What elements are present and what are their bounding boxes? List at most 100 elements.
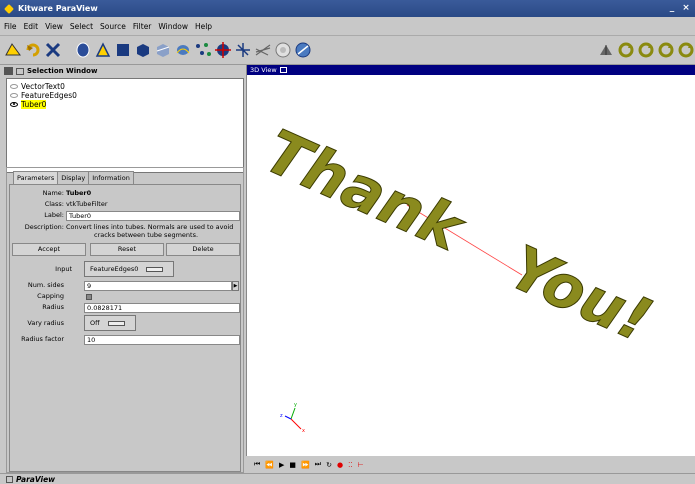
rotate-y-icon[interactable] [637,41,655,59]
rotate-all-icon[interactable] [677,41,695,59]
input-label: Input [55,265,72,273]
clip-icon[interactable] [154,41,172,59]
input-dropdown[interactable]: FeatureEdges0 [84,261,174,277]
dock-icon[interactable] [16,67,24,75]
play-icon[interactable]: ▶ [279,461,284,469]
num-sides-field[interactable]: 9 [84,281,232,291]
capping-label: Capping [37,292,64,300]
dropdown-indicator-icon [107,320,125,326]
class-value: vtkTubeFilter [66,200,108,208]
title-bar: Kitware ParaView _ × [0,0,695,17]
sphere2-icon[interactable] [274,41,292,59]
render-canvas[interactable]: Thank You! x y z [247,75,695,456]
menu-filter[interactable]: Filter [133,22,152,31]
rotate-z-icon[interactable] [657,41,675,59]
refresh-icon[interactable] [24,41,42,59]
tab-information[interactable]: Information [88,171,134,184]
open-icon[interactable] [4,41,22,59]
properties-panel: Parameters Display Information Name: Tub… [6,167,244,473]
first-frame-icon[interactable]: ⏮ [254,460,260,469]
paraview-logo-icon [6,475,13,483]
record-icon[interactable]: ● [337,461,343,469]
menu-help[interactable]: Help [195,22,212,31]
stop-icon[interactable]: ■ [289,461,296,469]
orientation-axes: x y z [280,402,305,434]
points-icon[interactable] [194,41,212,59]
rotate-x-icon[interactable] [617,41,635,59]
window-title: Kitware ParaView [18,4,98,13]
menu-edit[interactable]: Edit [24,22,39,31]
list-item[interactable]: FeatureEdges0 [10,91,240,100]
list-item-label: Tuber0 [21,100,47,109]
tab-display[interactable]: Display [57,171,90,184]
vary-radius-label: Vary radius [27,319,64,327]
input-value: FeatureEdges0 [90,265,139,273]
eye-icon[interactable] [10,93,18,98]
disk-icon[interactable] [294,41,312,59]
streamline-icon[interactable] [174,41,192,59]
list-item-label: FeatureEdges0 [21,91,77,100]
list-item[interactable]: VectorText0 [10,82,240,91]
view-title-bar: 3D View [247,65,695,75]
left-panel: Selection Window VectorText0 FeatureEdge… [4,65,244,473]
description-line-1: Convert lines into tubes. Normals are us… [66,223,234,231]
num-sides-stepper-icon[interactable]: ▶ [232,281,239,291]
cube-icon[interactable] [134,41,152,59]
accept-button[interactable]: Accept [12,243,86,256]
x-axis-label: x [302,428,305,434]
selection-window-header: Selection Window [4,65,244,77]
close-button[interactable]: × [680,3,692,14]
reset-camera-icon[interactable] [597,41,615,59]
view-options-icon[interactable] [279,67,287,73]
app-name: ParaView [16,474,56,484]
tab-parameters[interactable]: Parameters [13,171,59,184]
keyframe-icon[interactable]: ⊢ [358,461,364,469]
menu-select[interactable]: Select [70,22,93,31]
reset-button[interactable]: Reset [90,243,164,256]
class-label: Class: [44,200,64,208]
crosshair-icon[interactable] [214,41,232,59]
description-label: Description: [24,223,64,231]
description-line-2: cracks between tube segments. [94,231,199,239]
menu-view[interactable]: View [45,22,63,31]
sphere-icon[interactable] [74,41,92,59]
contour-icon[interactable] [114,41,132,59]
dropdown-indicator-icon [146,266,164,272]
toolbar [0,36,695,65]
list-item-label: VectorText0 [21,82,65,91]
eye-icon[interactable] [10,102,18,107]
delete-button[interactable]: Delete [166,243,240,256]
radius-factor-label: Radius factor [21,335,64,343]
last-frame-icon[interactable]: ⏭ [315,460,321,469]
radius-field[interactable]: 0.0828171 [84,303,240,313]
vary-radius-dropdown[interactable]: Off [84,315,136,331]
you-text: You! [499,233,662,357]
z-axis-label: z [280,413,283,419]
delete-icon[interactable] [44,41,62,59]
menu-source[interactable]: Source [100,22,126,31]
3d-view[interactable]: 3D View Thank You! x y z [246,65,695,456]
label-field[interactable]: Tuber0 [66,211,240,221]
status-bar: ParaView [0,473,695,484]
loop-icon[interactable]: ↻ [326,461,332,469]
list-item[interactable]: Tuber0 [10,100,240,109]
menu-bar: File Edit View Select Source Filter Wind… [0,17,695,36]
parameters-panel: Name: Tuber0 Class: vtkTubeFilter Label:… [9,184,241,472]
next-frame-icon[interactable]: ⏩ [301,461,310,469]
num-sides-label: Num. sides [27,281,64,289]
axes-icon[interactable] [234,41,252,59]
capping-checkbox[interactable] [86,294,92,300]
menu-window[interactable]: Window [158,22,188,31]
camera-icon[interactable]: ⁚⁚ [348,461,352,469]
radius-label: Radius [42,303,64,311]
radius-factor-field[interactable]: 10 [84,335,240,345]
y-axis-label: y [294,402,297,408]
eye-icon[interactable] [10,84,18,89]
prev-frame-icon[interactable]: ⏪ [265,461,274,469]
animation-toolbar: ⏮ ⏪ ▶ ■ ⏩ ⏭ ↻ ● ⁚⁚ ⊢ [246,456,695,473]
label-label: Label: [44,211,64,219]
menu-file[interactable]: File [4,22,17,31]
tube-icon[interactable] [94,41,112,59]
glyph-icon[interactable] [254,41,272,59]
minimize-button[interactable]: _ [666,3,678,14]
